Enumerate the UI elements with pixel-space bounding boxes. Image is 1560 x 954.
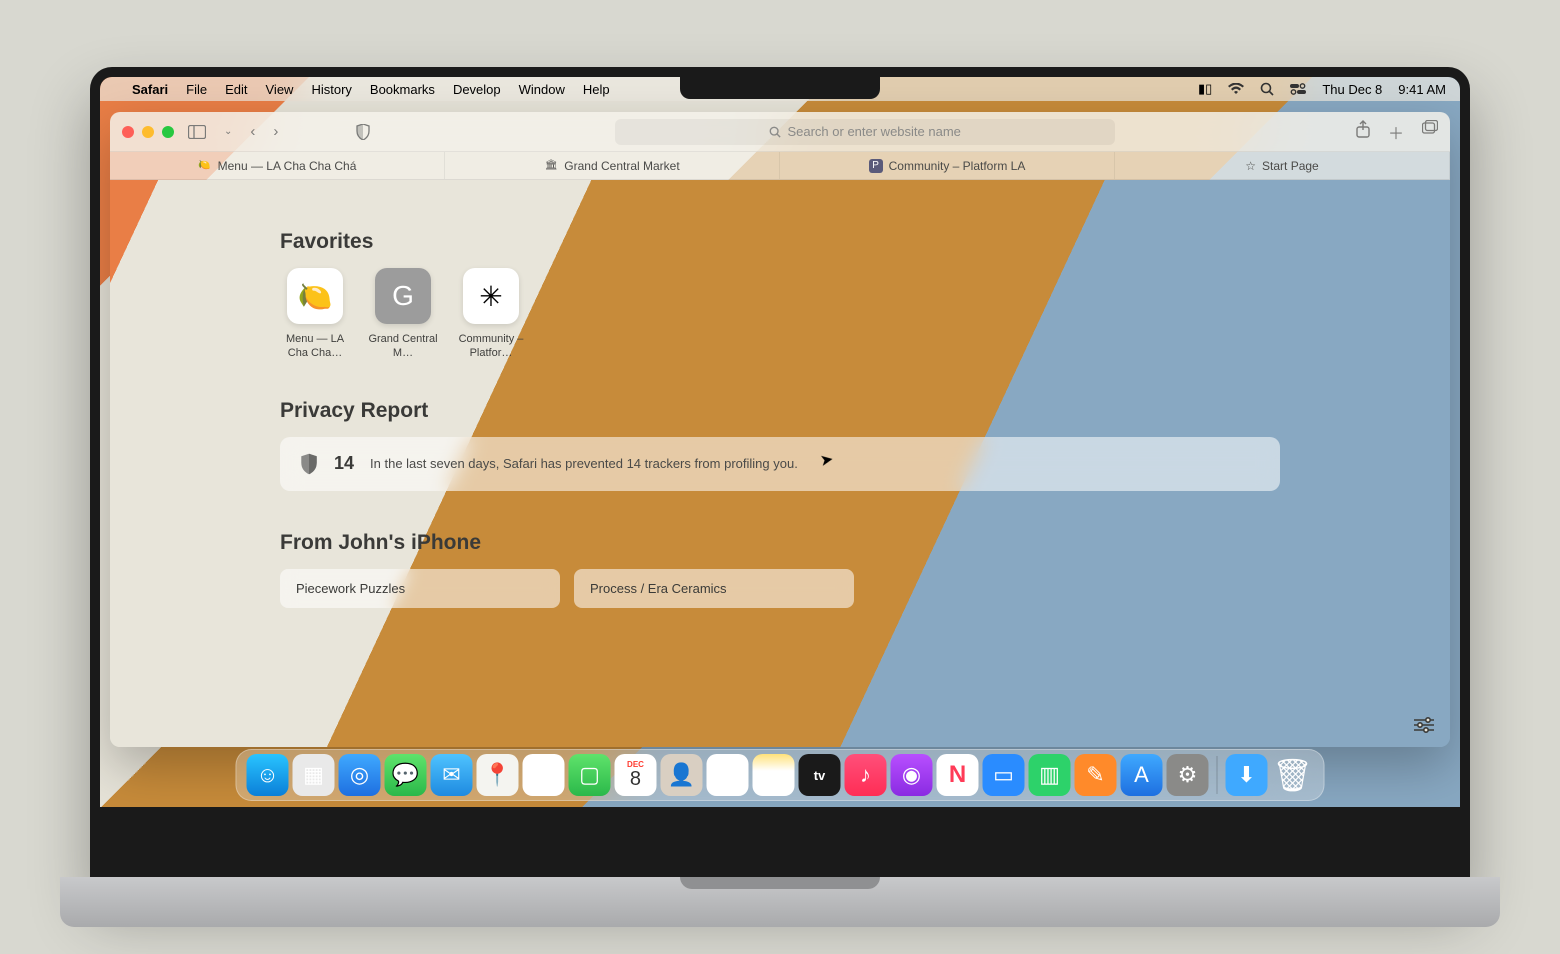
safari-toolbar: ⌄ ‹ › Search or enter website name: [110, 112, 1450, 152]
start-page-settings-icon[interactable]: [1414, 717, 1434, 733]
address-bar[interactable]: Search or enter website name: [615, 119, 1115, 145]
tab-0[interactable]: 🍋 Menu — LA Cha Cha Chá: [110, 152, 445, 179]
dock-tv[interactable]: tv: [799, 754, 841, 796]
dock-podcasts[interactable]: ◉: [891, 754, 933, 796]
dock: ☺▦◎💬✉📍❀▢DEC8👤☰ tv♪◉N▭▥✎A⚙ ⬇🗑: [236, 749, 1325, 801]
dock-maps[interactable]: 📍: [477, 754, 519, 796]
privacy-report-card[interactable]: 14 In the last seven days, Safari has pr…: [280, 437, 1280, 491]
menu-history[interactable]: History: [311, 82, 351, 97]
tab-overview-icon[interactable]: [1422, 120, 1438, 144]
sidebar-toggle-icon[interactable]: [184, 125, 210, 139]
menu-develop[interactable]: Develop: [453, 82, 501, 97]
handoff-row: Piecework Puzzles Process / Era Ceramics: [280, 569, 1280, 608]
new-tab-icon[interactable]: ＋: [1388, 120, 1404, 144]
dock-music[interactable]: ♪: [845, 754, 887, 796]
tab-label: Start Page: [1262, 159, 1319, 173]
tab-label: Grand Central Market: [564, 159, 679, 173]
handoff-heading: From John's iPhone: [280, 531, 1280, 555]
handoff-label: Process / Era Ceramics: [590, 581, 727, 596]
dock-contacts[interactable]: 👤: [661, 754, 703, 796]
window-controls: [122, 126, 174, 138]
dock-trash[interactable]: 🗑: [1272, 754, 1314, 796]
handoff-item[interactable]: Process / Era Ceramics: [574, 569, 854, 608]
dock-notes[interactable]: [753, 754, 795, 796]
favorite-item[interactable]: ✳ Community – Platfor…: [456, 268, 526, 361]
dock-safari[interactable]: ◎: [339, 754, 381, 796]
tab-favicon: P: [869, 159, 883, 173]
tab-3[interactable]: ☆ Start Page: [1115, 152, 1450, 179]
favorite-tile: G: [375, 268, 431, 324]
dock-downloads[interactable]: ⬇: [1226, 754, 1268, 796]
address-bar-placeholder: Search or enter website name: [787, 124, 960, 139]
tab-favicon: 🍋: [198, 159, 212, 173]
handoff-item[interactable]: Piecework Puzzles: [280, 569, 560, 608]
dock-keynote[interactable]: ▭: [983, 754, 1025, 796]
forward-button[interactable]: ›: [269, 123, 282, 140]
dock-appstore[interactable]: A: [1121, 754, 1163, 796]
zoom-button[interactable]: [162, 126, 174, 138]
safari-window: ⌄ ‹ › Search or enter website name: [110, 112, 1450, 747]
dock-numbers[interactable]: ▥: [1029, 754, 1071, 796]
menu-file[interactable]: File: [186, 82, 207, 97]
search-icon: [769, 126, 781, 138]
spotlight-icon[interactable]: [1260, 82, 1274, 96]
menu-help[interactable]: Help: [583, 82, 610, 97]
app-menu[interactable]: Safari: [132, 82, 168, 97]
favorite-tile: ✳: [463, 268, 519, 324]
favorite-label: Grand Central M…: [368, 332, 438, 361]
tab-bar: 🍋 Menu — LA Cha Cha Chá 🏛 Grand Central …: [110, 152, 1450, 180]
start-page: ➤ Favorites 🍋 Menu — LA Cha Cha… G Grand…: [110, 180, 1450, 747]
tab-label: Community – Platform LA: [889, 159, 1026, 173]
dock-settings[interactable]: ⚙: [1167, 754, 1209, 796]
chevron-down-icon[interactable]: ⌄: [220, 126, 236, 137]
back-button[interactable]: ‹: [246, 123, 259, 140]
favorite-tile: 🍋: [287, 268, 343, 324]
dock-finder[interactable]: ☺: [247, 754, 289, 796]
favorites-row: 🍋 Menu — LA Cha Cha… G Grand Central M… …: [280, 268, 1280, 361]
close-button[interactable]: [122, 126, 134, 138]
favorite-label: Community – Platfor…: [456, 332, 526, 361]
tracker-count: 14: [334, 453, 354, 474]
privacy-heading: Privacy Report: [280, 399, 1280, 423]
favorite-item[interactable]: G Grand Central M…: [368, 268, 438, 361]
dock-reminders[interactable]: ☰: [707, 754, 749, 796]
menu-view[interactable]: View: [266, 82, 294, 97]
minimize-button[interactable]: [142, 126, 154, 138]
dock-mail[interactable]: ✉: [431, 754, 473, 796]
menu-window[interactable]: Window: [519, 82, 565, 97]
shield-icon: [300, 453, 318, 475]
tab-favicon: 🏛: [544, 159, 558, 173]
privacy-text: In the last seven days, Safari has preve…: [370, 456, 798, 471]
menubar-time[interactable]: 9:41 AM: [1398, 82, 1446, 97]
battery-icon[interactable]: ▮▯: [1198, 81, 1212, 97]
dock-news[interactable]: N: [937, 754, 979, 796]
share-icon[interactable]: [1356, 120, 1370, 144]
dock-facetime[interactable]: ▢: [569, 754, 611, 796]
star-icon: ☆: [1245, 159, 1256, 173]
favorite-label: Menu — LA Cha Cha…: [280, 332, 350, 361]
tab-label: Menu — LA Cha Cha Chá: [218, 159, 357, 173]
tab-1[interactable]: 🏛 Grand Central Market: [445, 152, 780, 179]
wifi-icon[interactable]: [1228, 83, 1244, 95]
menubar-date[interactable]: Thu Dec 8: [1322, 82, 1382, 97]
tab-2[interactable]: P Community – Platform LA: [780, 152, 1115, 179]
dock-calendar[interactable]: DEC8: [615, 754, 657, 796]
handoff-label: Piecework Puzzles: [296, 581, 405, 596]
menu-bookmarks[interactable]: Bookmarks: [370, 82, 435, 97]
dock-launchpad[interactable]: ▦: [293, 754, 335, 796]
dock-messages[interactable]: 💬: [385, 754, 427, 796]
favorites-heading: Favorites: [280, 230, 1280, 254]
favorite-item[interactable]: 🍋 Menu — LA Cha Cha…: [280, 268, 350, 361]
control-center-icon[interactable]: [1290, 83, 1306, 95]
dock-photos[interactable]: ❀: [523, 754, 565, 796]
menu-edit[interactable]: Edit: [225, 82, 247, 97]
shield-icon[interactable]: [352, 124, 374, 140]
dock-pages[interactable]: ✎: [1075, 754, 1117, 796]
